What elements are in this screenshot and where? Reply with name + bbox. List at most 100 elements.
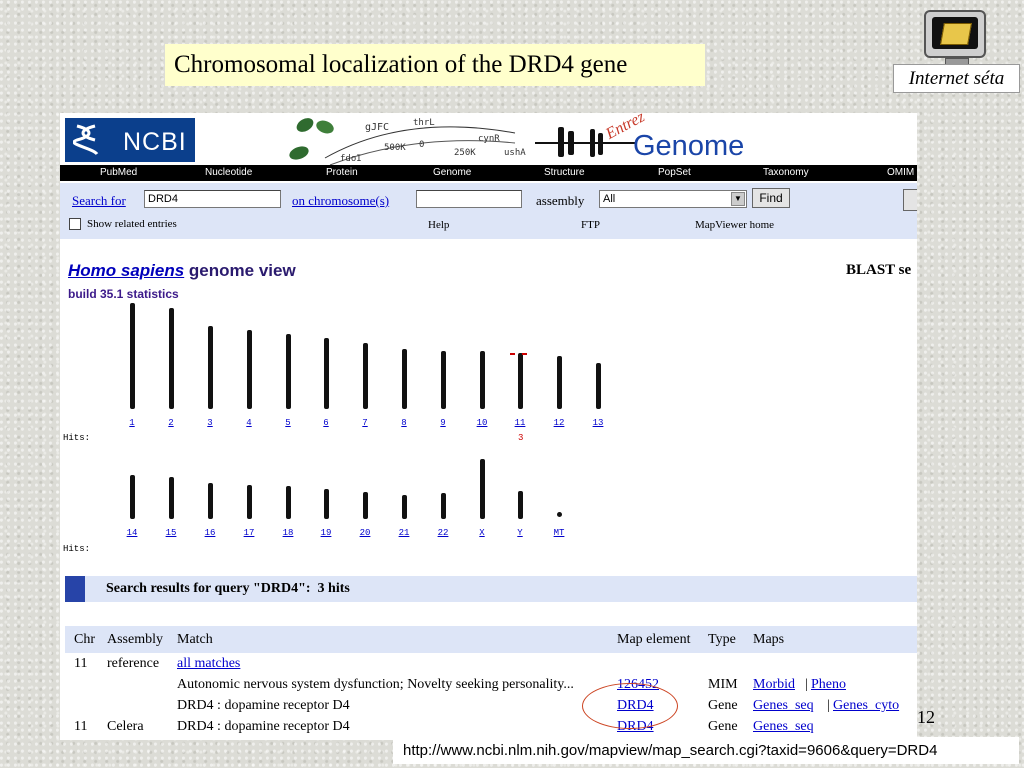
nav-item-genome[interactable]: Genome	[433, 165, 471, 181]
chromosome-5[interactable]	[286, 334, 291, 409]
find-button[interactable]: Find	[752, 188, 790, 208]
chromosome-1[interactable]	[130, 303, 135, 409]
nav-item-popset[interactable]: PopSet	[658, 165, 691, 181]
morbid-map-link[interactable]: Morbid	[753, 677, 795, 693]
logo-caption: Internet séta	[893, 64, 1020, 93]
search-for-link[interactable]: Search for	[72, 193, 126, 209]
chromosome-link-13[interactable]: 13	[584, 418, 612, 428]
genes-seq-map-link[interactable]: Genes_seq	[753, 719, 814, 735]
nav-item-pubmed[interactable]: PubMed	[100, 165, 137, 181]
chromosome-18[interactable]	[286, 486, 291, 519]
chromosome-16[interactable]	[208, 483, 213, 519]
blast-search-link[interactable]: BLAST se	[846, 262, 911, 279]
chromosome-3[interactable]	[208, 326, 213, 409]
cell-type: Gene	[708, 719, 738, 734]
chromosome-link-15[interactable]: 15	[157, 528, 185, 538]
chromosome-link-mt[interactable]: MT	[545, 528, 573, 538]
dropdown-arrow-icon[interactable]: ▼	[731, 192, 745, 206]
mapviewer-home-link[interactable]: MapViewer home	[695, 219, 774, 231]
show-related-label: Show related entries	[87, 218, 177, 230]
chromosome-14[interactable]	[130, 475, 135, 519]
chromosome-15[interactable]	[169, 477, 174, 519]
chromosome-link-14[interactable]: 14	[118, 528, 146, 538]
chromosome-mt[interactable]	[557, 512, 562, 517]
column-header-maps: Maps	[753, 632, 785, 647]
nav-item-omim[interactable]: OMIM	[887, 165, 914, 181]
chromosome-link-6[interactable]: 6	[312, 418, 340, 428]
chromosome-8[interactable]	[402, 349, 407, 409]
banner-label: cynR	[478, 134, 500, 144]
hits-label: Hits:	[63, 544, 91, 554]
species-link[interactable]: Homo sapiens	[68, 261, 184, 280]
nav-item-nucleotide[interactable]: Nucleotide	[205, 165, 252, 181]
chromosome-link-22[interactable]: 22	[429, 528, 457, 538]
cell-match: DRD4 : dopamine receptor D4	[177, 698, 350, 713]
build-statistics-link[interactable]: build 35.1 statistics	[68, 287, 179, 301]
chromosome-link-21[interactable]: 21	[390, 528, 418, 538]
chromosome-11[interactable]	[518, 353, 523, 409]
chromosome-link-4[interactable]: 4	[235, 418, 263, 428]
chromosome-13[interactable]	[596, 363, 601, 409]
chromosome-y[interactable]	[518, 491, 523, 519]
search-input[interactable]: DRD4	[144, 190, 281, 208]
chromosome-7[interactable]	[363, 343, 368, 409]
chromosome-link-7[interactable]: 7	[351, 418, 379, 428]
chromosome-21[interactable]	[402, 495, 407, 519]
chromosome-19[interactable]	[324, 489, 329, 519]
chromosome-x[interactable]	[480, 459, 485, 519]
chromosome-input[interactable]	[416, 190, 522, 208]
chromosome-2[interactable]	[169, 308, 174, 409]
genome-view-title-rest: genome view	[184, 261, 296, 280]
chromosome-link-8[interactable]: 8	[390, 418, 418, 428]
nav-item-protein[interactable]: Protein	[326, 165, 358, 181]
banner-label: 250K	[454, 148, 476, 158]
chromosome-6[interactable]	[324, 338, 329, 409]
chromosome-link-5[interactable]: 5	[274, 418, 302, 428]
ftp-link[interactable]: FTP	[581, 219, 600, 231]
assembly-select[interactable]: All ▼	[599, 190, 747, 208]
chromosome-link-20[interactable]: 20	[351, 528, 379, 538]
chromosome-link-19[interactable]: 19	[312, 528, 340, 538]
chromosome-12[interactable]	[557, 356, 562, 409]
ncbi-header: NCBI gJFC thrL cynR ushA fdoI 500K 250K …	[60, 113, 917, 165]
pheno-map-link[interactable]: Pheno	[811, 677, 846, 693]
hit-count-chr11: 3	[518, 433, 524, 443]
hit-marker	[510, 353, 515, 355]
chromosome-20[interactable]	[363, 492, 368, 519]
chromosome-4[interactable]	[247, 330, 252, 409]
chromosome-link-1[interactable]: 1	[118, 418, 146, 428]
chromosome-link-9[interactable]: 9	[429, 418, 457, 428]
chromosome-link-y[interactable]: Y	[506, 528, 534, 538]
column-header-chr: Chr	[74, 632, 95, 647]
all-matches-link[interactable]: all matches	[177, 656, 240, 672]
ncbi-logo[interactable]: NCBI	[65, 118, 195, 162]
chromosome-22[interactable]	[441, 493, 446, 519]
cell-chr: 11	[74, 656, 88, 671]
assembly-label: assembly	[536, 193, 585, 208]
on-chromosome-link[interactable]: on chromosome(s)	[292, 193, 389, 209]
chromosome-link-11[interactable]: 11	[506, 418, 534, 428]
chromosome-9[interactable]	[441, 351, 446, 409]
nav-item-structure[interactable]: Structure	[544, 165, 585, 181]
partial-button[interactable]	[903, 189, 917, 211]
chromosome-link-3[interactable]: 3	[196, 418, 224, 428]
genes-cyto-map-link[interactable]: Genes_cyto	[833, 698, 899, 714]
cell-assembly: reference	[107, 656, 160, 671]
ncbi-logo-text: NCBI	[123, 128, 187, 156]
chromosome-link-16[interactable]: 16	[196, 528, 224, 538]
help-link[interactable]: Help	[428, 219, 449, 231]
genes-seq-map-link[interactable]: Genes_seq	[753, 698, 814, 714]
chromosome-link-12[interactable]: 12	[545, 418, 573, 428]
ncbi-browser-screenshot: NCBI gJFC thrL cynR ushA fdoI 500K 250K …	[60, 113, 917, 740]
nav-item-taxonomy[interactable]: Taxonomy	[763, 165, 809, 181]
chromosome-17[interactable]	[247, 485, 252, 519]
banner-label: thrL	[413, 118, 435, 128]
chromosome-link-2[interactable]: 2	[157, 418, 185, 428]
chromosome-10[interactable]	[480, 351, 485, 409]
show-related-checkbox[interactable]	[69, 218, 81, 230]
map-separator: |	[805, 677, 808, 692]
chromosome-link-17[interactable]: 17	[235, 528, 263, 538]
chromosome-link-10[interactable]: 10	[468, 418, 496, 428]
chromosome-link-x[interactable]: X	[468, 528, 496, 538]
chromosome-link-18[interactable]: 18	[274, 528, 302, 538]
